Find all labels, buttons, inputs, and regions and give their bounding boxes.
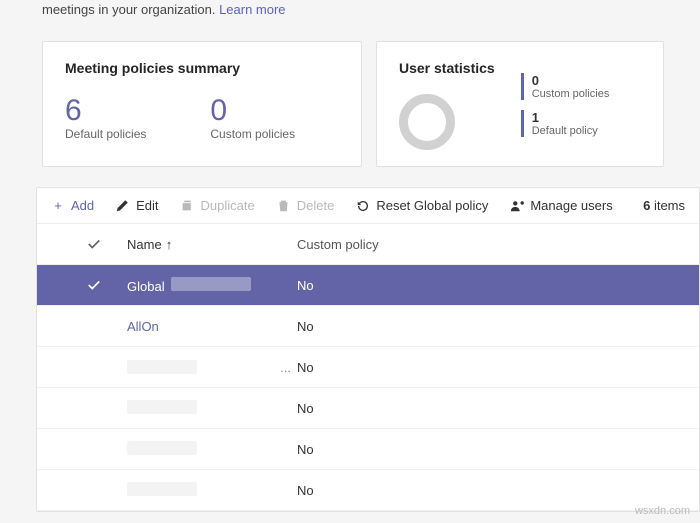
add-button[interactable]: + Add <box>51 198 94 213</box>
stat-default-label: Default policy <box>532 125 610 137</box>
table-header: Name ↑ Custom policy <box>37 224 699 265</box>
row-name-text: AllOn <box>127 319 159 334</box>
row-custom: No <box>297 442 695 457</box>
manage-users-button[interactable]: Manage users <box>510 198 612 213</box>
header-check[interactable] <box>87 237 127 251</box>
sort-asc-icon: ↑ <box>166 237 173 252</box>
intro-text: meetings in your organization. Learn mor… <box>0 0 700 17</box>
row-name: ... <box>127 360 297 375</box>
trash-icon <box>277 199 291 212</box>
table-body: GlobalNoAllOnNo...NoNoNoNo <box>37 265 699 511</box>
row-name <box>127 400 297 417</box>
summary-card: Meeting policies summary 6 Default polic… <box>42 41 362 167</box>
people-icon <box>510 199 524 213</box>
summary-default-count: 6 <box>65 94 146 127</box>
delete-label: Delete <box>297 198 335 213</box>
table-row[interactable]: Global No <box>37 265 699 306</box>
pencil-icon <box>116 199 130 212</box>
table-row[interactable]: AllOn No <box>37 306 699 347</box>
summary-custom-label: Custom policies <box>210 127 295 141</box>
summary-default: 6 Default policies <box>65 94 146 141</box>
duplicate-label: Duplicate <box>201 198 255 213</box>
copy-icon <box>181 199 195 212</box>
row-name[interactable]: AllOn <box>127 319 297 334</box>
policies-panel: + Add Edit Duplicate Delete <box>36 187 700 512</box>
row-name: Global <box>127 277 297 294</box>
stat-custom: 0 Custom policies <box>521 73 610 100</box>
summary-default-label: Default policies <box>65 127 146 141</box>
row-custom: No <box>297 401 695 416</box>
row-custom: No <box>297 278 695 293</box>
stat-default: 1 Default policy <box>521 110 610 137</box>
row-custom: No <box>297 483 695 498</box>
stat-lines: 0 Custom policies 1 Default policy <box>521 73 610 137</box>
row-name <box>127 441 297 458</box>
stat-custom-label: Custom policies <box>532 88 610 100</box>
table-row[interactable]: No <box>37 388 699 429</box>
items-count-num: 6 <box>643 198 650 213</box>
summary-custom: 0 Custom policies <box>210 94 295 141</box>
redacted-suffix <box>171 277 251 291</box>
page-root: meetings in your organization. Learn mor… <box>0 0 700 523</box>
row-name <box>127 482 297 499</box>
summary-numbers: 6 Default policies 0 Custom policies <box>65 94 339 141</box>
items-count: 6 items <box>643 198 685 213</box>
table-row[interactable]: No <box>37 429 699 470</box>
row-custom: No <box>297 360 695 375</box>
watermark: wsxdn.com <box>635 505 690 517</box>
row-check[interactable] <box>87 278 127 292</box>
row-custom: No <box>297 319 695 334</box>
intro-fragment: meetings in your organization. <box>42 2 215 17</box>
redacted-name <box>127 360 197 374</box>
items-count-word: items <box>654 198 685 213</box>
ellipsis-icon: ... <box>280 360 297 375</box>
table-row[interactable]: No <box>37 470 699 511</box>
redacted-name <box>127 482 197 496</box>
stat-default-val: 1 <box>532 110 610 125</box>
stats-title: User statistics <box>399 60 495 76</box>
summary-title: Meeting policies summary <box>65 60 339 76</box>
header-custom[interactable]: Custom policy <box>297 237 695 252</box>
manage-label: Manage users <box>530 198 612 213</box>
duplicate-button: Duplicate <box>181 198 255 213</box>
edit-button[interactable]: Edit <box>116 198 158 213</box>
header-name[interactable]: Name ↑ <box>127 237 297 252</box>
summary-custom-count: 0 <box>210 94 295 127</box>
learn-more-link[interactable]: Learn more <box>219 2 285 17</box>
delete-button: Delete <box>277 198 335 213</box>
reset-icon <box>356 199 370 213</box>
reset-button[interactable]: Reset Global policy <box>356 198 488 213</box>
reset-label: Reset Global policy <box>376 198 488 213</box>
redacted-name <box>127 441 197 455</box>
row-name-text: Global <box>127 279 165 294</box>
plus-icon: + <box>51 198 65 213</box>
stat-custom-val: 0 <box>532 73 610 88</box>
toolbar: + Add Edit Duplicate Delete <box>37 188 699 224</box>
redacted-name <box>127 400 197 414</box>
table-row[interactable]: ...No <box>37 347 699 388</box>
header-name-label: Name <box>127 237 162 252</box>
donut-chart-icon <box>399 94 455 150</box>
stats-card: User statistics 0 Custom policies 1 Defa… <box>376 41 664 167</box>
add-label: Add <box>71 198 94 213</box>
cards-row: Meeting policies summary 6 Default polic… <box>0 17 700 187</box>
edit-label: Edit <box>136 198 158 213</box>
